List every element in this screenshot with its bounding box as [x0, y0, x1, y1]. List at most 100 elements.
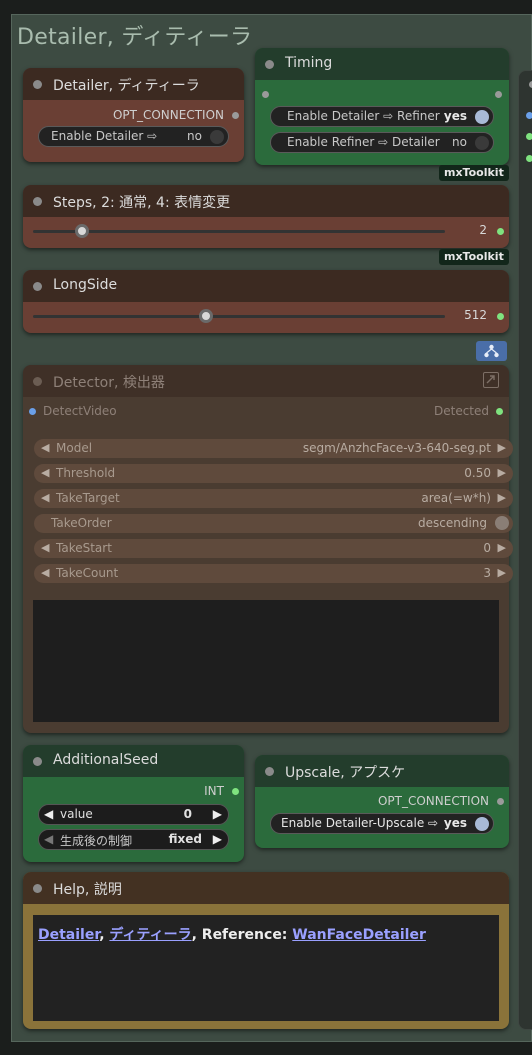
node-header[interactable]: LongSide [23, 270, 509, 302]
take-count-input[interactable]: ◀ TakeCount 3 ▶ [34, 564, 513, 583]
toggle-knob-icon [475, 110, 489, 124]
output-socket[interactable] [232, 788, 239, 795]
group-panel[interactable]: Detailer, ディティーラ Detailer, ディティーラ OPT_CO… [11, 14, 532, 1042]
input-socket[interactable] [526, 133, 532, 140]
node-header[interactable]: Help, 説明 [23, 872, 509, 904]
collapse-dot-icon[interactable] [33, 757, 42, 766]
slider-knob[interactable] [75, 224, 90, 238]
node-header[interactable]: Steps, 2: 通常, 4: 表情変更 [23, 185, 509, 217]
collapse-dot-icon[interactable] [265, 767, 274, 776]
help-node[interactable]: Help, 説明 Detailer, ディティーラ, Reference: Wa… [23, 872, 509, 1029]
collapse-dot-icon[interactable] [33, 282, 42, 291]
toggle-value: yes [443, 816, 467, 830]
detailer-refiner-toggle[interactable]: Enable Detailer ⇨ Refiner yes [270, 106, 494, 127]
output-socket[interactable] [497, 798, 504, 805]
slider-track[interactable] [33, 230, 445, 233]
detailer-node[interactable]: Detailer, ディティーラ OPT_CONNECTION Enable D… [23, 68, 244, 162]
output-socket[interactable] [495, 91, 502, 98]
output-socket[interactable] [232, 112, 239, 119]
additional-seed-node[interactable]: AdditionalSeed INT ◀ value 0 ▶ ◀ 生成後の制御 … [23, 745, 244, 862]
arrow-right-icon[interactable]: ▶ [213, 807, 222, 821]
threshold-input[interactable]: ◀ Threshold 0.50 ▶ [34, 464, 513, 483]
slider-track[interactable] [33, 315, 445, 318]
input-socket[interactable] [526, 112, 532, 119]
toggle-value: yes [443, 109, 467, 123]
refiner-detailer-toggle[interactable]: Enable Refiner ⇨ Detailer no [270, 132, 494, 153]
seed-value-input[interactable]: ◀ value 0 ▶ [38, 804, 229, 825]
arrow-right-icon[interactable]: ▶ [498, 466, 506, 479]
slider-knob[interactable] [199, 309, 214, 323]
node-title: Help, 説明 [53, 882, 122, 898]
arrow-left-icon[interactable]: ◀ [41, 541, 49, 554]
widget-label: TakeStart [56, 541, 112, 555]
input-socket[interactable] [29, 408, 36, 415]
detailer-jp-link[interactable]: ディティーラ [109, 927, 191, 943]
widget-label: value [60, 807, 93, 821]
detector-node[interactable]: Detector, 検出器 DetectVideo Detected ◀ Mod… [23, 365, 513, 733]
output-socket[interactable] [497, 313, 504, 320]
mxtoolkit-badge: mxToolkit [439, 165, 509, 181]
arrow-right-icon[interactable]: ▶ [498, 441, 506, 454]
toggle-value: no [187, 129, 202, 143]
output-socket[interactable] [497, 228, 504, 235]
arrow-left-icon[interactable]: ◀ [44, 807, 53, 821]
collapse-dot-icon[interactable] [33, 884, 42, 893]
timing-node[interactable]: Timing Enable Detailer ⇨ Refiner yes Ena… [255, 48, 509, 165]
arrow-left-icon[interactable]: ◀ [41, 566, 49, 579]
collapse-dot-icon[interactable] [33, 197, 42, 206]
collapse-dot-icon[interactable] [265, 60, 274, 69]
node-header[interactable]: Upscale, アプスケ [255, 755, 509, 787]
arrow-left-icon[interactable]: ◀ [41, 441, 49, 454]
take-target-select[interactable]: ◀ TakeTarget area(=w*h) ▶ [34, 489, 513, 508]
subgraph-icon[interactable] [476, 341, 507, 361]
arrow-left-icon[interactable]: ◀ [41, 466, 49, 479]
input-socket[interactable] [526, 155, 532, 162]
wanfacedetailer-link[interactable]: WanFaceDetailer [292, 927, 426, 943]
arrow-left-icon[interactable]: ◀ [44, 832, 53, 846]
toggle-value: no [452, 135, 467, 149]
control-after-generate-select[interactable]: ◀ 生成後の制御 fixed ▶ [38, 829, 229, 850]
arrow-right-icon[interactable]: ▶ [498, 541, 506, 554]
node-title: AdditionalSeed [53, 752, 159, 768]
steps-node[interactable]: Steps, 2: 通常, 4: 表情変更 2 [23, 185, 509, 248]
node-title: Steps, 2: 通常, 4: 表情変更 [53, 195, 231, 211]
enable-upscale-toggle[interactable]: Enable Detailer-Upscale ⇨ yes [270, 813, 494, 834]
take-start-input[interactable]: ◀ TakeStart 0 ▶ [34, 539, 513, 558]
arrow-left-icon[interactable]: ◀ [41, 491, 49, 504]
arrow-right-icon[interactable]: ▶ [498, 491, 506, 504]
expand-icon[interactable] [483, 372, 499, 388]
node-header[interactable]: Timing [255, 48, 509, 80]
arrow-right-icon[interactable]: ▶ [498, 566, 506, 579]
preview-area [33, 600, 499, 722]
collapse-dot-icon[interactable] [33, 377, 42, 386]
node-header[interactable]: Detector, 検出器 [23, 365, 509, 397]
node-header[interactable]: Detailer, ディティーラ [23, 68, 244, 100]
toggle-label: Enable Detailer ⇨ Refiner [287, 109, 440, 123]
detailer-link[interactable]: Detailer [38, 927, 99, 943]
offscreen-node[interactable] [518, 70, 532, 1030]
take-order-toggle[interactable]: TakeOrder descending [34, 514, 513, 533]
enable-detailer-toggle[interactable]: Enable Detailer ⇨ no [38, 126, 229, 147]
widget-value: fixed [168, 832, 202, 846]
longside-node[interactable]: LongSide 512 [23, 270, 509, 333]
input-socket[interactable] [262, 91, 269, 98]
help-text-area[interactable]: Detailer, ディティーラ, Reference: WanFaceDeta… [33, 915, 499, 1021]
slider-value: 2 [479, 223, 487, 237]
node-title: Detector, 検出器 [53, 375, 165, 391]
upscale-node[interactable]: Upscale, アプスケ OPT_CONNECTION Enable Deta… [255, 755, 509, 848]
widget-value: area(=w*h) [421, 491, 491, 505]
reference-text: , Reference: [191, 927, 288, 943]
node-title: LongSide [53, 277, 118, 293]
widget-label: TakeOrder [51, 516, 112, 530]
output-socket[interactable] [496, 408, 503, 415]
node-header[interactable]: AdditionalSeed [23, 745, 244, 777]
widget-value: segm/AnzhcFace-v3-640-seg.pt [302, 441, 491, 455]
node-title: Upscale, アプスケ [285, 765, 406, 781]
widget-label: TakeCount [56, 566, 119, 580]
toggle-knob-icon [475, 817, 489, 831]
toggle-label: Enable Detailer ⇨ [51, 129, 158, 143]
toggle-label: Enable Detailer-Upscale ⇨ [281, 816, 439, 830]
collapse-dot-icon[interactable] [33, 80, 42, 89]
arrow-right-icon[interactable]: ▶ [213, 832, 222, 846]
model-select[interactable]: ◀ Model segm/AnzhcFace-v3-640-seg.pt ▶ [34, 439, 513, 458]
